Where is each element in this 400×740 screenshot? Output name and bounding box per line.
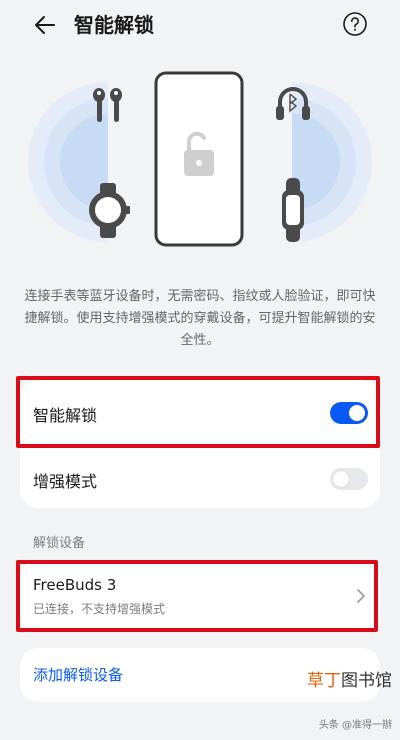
enhanced-mode-row[interactable]: 增强模式	[20, 444, 380, 508]
watermark-brand: 草丁图书馆	[307, 666, 392, 691]
back-arrow-icon[interactable]	[30, 10, 60, 40]
device-status: 已连接，不支持增强模式	[33, 602, 166, 616]
chevron-right-icon	[357, 589, 365, 603]
enhanced-mode-label: 增强模式	[33, 472, 98, 491]
device-item-freebuds[interactable]: FreeBuds 3 已连接，不支持增强模式	[20, 560, 380, 632]
toggle-knob	[333, 471, 349, 487]
top-bar: 智能解锁	[0, 0, 400, 50]
page-title: 智能解锁	[74, 13, 154, 37]
add-unlock-device-link[interactable]: 添加解锁设备	[33, 664, 123, 685]
settings-card: 智能解锁 增强模式	[20, 380, 380, 508]
feature-description: 连接手表等蓝牙设备时，无需密码、指纹或人脸验证，即可快捷解锁。使用支持增强模式的…	[24, 289, 376, 348]
smart-unlock-toggle[interactable]	[330, 402, 368, 424]
watermark-author: 头条 @准得一辦	[318, 720, 392, 731]
watermark-brand-part1: 草丁	[307, 671, 341, 691]
smart-unlock-label: 智能解锁	[33, 406, 98, 425]
toggle-knob	[349, 405, 365, 421]
help-icon[interactable]	[342, 11, 368, 37]
hero-illustration	[28, 60, 372, 260]
unlock-devices-section-title: 解锁设备	[33, 536, 86, 551]
enhanced-mode-toggle[interactable]	[330, 468, 368, 490]
watermark-brand-part2: 图书馆	[341, 671, 392, 691]
phone-icon	[154, 71, 244, 247]
device-name: FreeBuds 3	[33, 576, 117, 594]
smart-unlock-row[interactable]: 智能解锁	[20, 380, 380, 444]
